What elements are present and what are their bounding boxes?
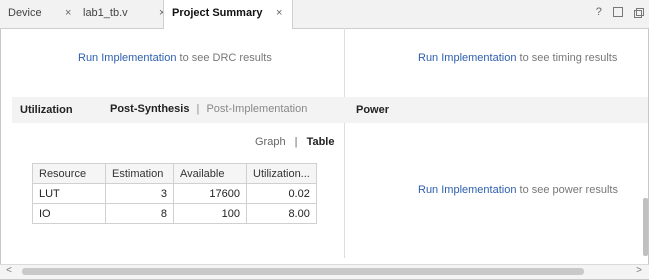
cell-resource: LUT: [32, 183, 106, 204]
panel-divider: [344, 28, 345, 258]
power-header: Power: [348, 97, 648, 123]
tab-device-label: Device: [8, 7, 42, 19]
drc-run-implementation-link[interactable]: Run Implementation: [78, 52, 176, 64]
cell-utilization: 0.02: [246, 183, 317, 204]
restore-icon[interactable]: [634, 7, 644, 18]
post-synthesis-tab[interactable]: Post-Synthesis: [110, 103, 189, 115]
cell-available: 17600: [173, 183, 247, 204]
vertical-scrollbar-thumb[interactable]: [643, 198, 648, 256]
power-run-implementation-link[interactable]: Run Implementation: [418, 184, 516, 196]
scroll-right-icon[interactable]: >: [633, 264, 645, 278]
maximize-icon[interactable]: [612, 7, 623, 18]
table-header-row: Resource Estimation Available Utilizatio…: [32, 163, 317, 184]
column-header-resource[interactable]: Resource: [32, 163, 106, 184]
graph-table-separator: |: [294, 136, 298, 148]
table-row: IO 8 100 8.00: [32, 203, 317, 224]
graph-table-toggle: Graph | Table: [255, 136, 334, 148]
horizontal-scrollbar[interactable]: [0, 264, 649, 279]
tab-project-summary[interactable]: Project Summary ×: [163, 0, 293, 29]
tab-lab1-tb-label: lab1_tb.v: [83, 7, 128, 19]
horizontal-scrollbar-thumb[interactable]: [22, 268, 584, 275]
timing-message: Run Implementation to see timing results: [418, 52, 617, 64]
power-title: Power: [356, 104, 390, 116]
table-tab[interactable]: Table: [307, 136, 335, 148]
timing-message-text: to see timing results: [516, 52, 618, 64]
cell-utilization: 8.00: [246, 203, 317, 224]
help-icon[interactable]: ?: [596, 6, 602, 18]
utilization-table: Resource Estimation Available Utilizatio…: [32, 163, 317, 224]
view-separator: |: [196, 103, 200, 115]
tab-device-close-icon[interactable]: ×: [65, 0, 71, 26]
tab-lab1-tb[interactable]: lab1_tb.v ×: [83, 0, 165, 28]
tab-device[interactable]: Device ×: [8, 0, 88, 28]
graph-tab[interactable]: Graph: [255, 136, 286, 148]
scroll-left-icon[interactable]: <: [3, 264, 15, 278]
window-controls: ?: [588, 6, 644, 18]
column-header-available[interactable]: Available: [173, 163, 247, 184]
power-message-text: to see power results: [516, 184, 618, 196]
utilization-title: Utilization: [20, 104, 73, 116]
cell-estimation: 3: [105, 183, 174, 204]
post-implementation-tab[interactable]: Post-Implementation: [206, 103, 307, 115]
tab-project-summary-label: Project Summary: [172, 7, 263, 19]
power-message: Run Implementation to see power results: [418, 184, 618, 196]
table-row: LUT 3 17600 0.02: [32, 183, 317, 204]
drc-message-text: to see DRC results: [176, 52, 272, 64]
tab-bar: Device × lab1_tb.v × Project Summary × ?: [0, 0, 649, 29]
utilization-view-selector: Post-Synthesis | Post-Implementation: [110, 103, 307, 115]
drc-message: Run Implementation to see DRC results: [78, 52, 272, 64]
timing-run-implementation-link[interactable]: Run Implementation: [418, 52, 516, 64]
cell-estimation: 8: [105, 203, 174, 224]
column-header-utilization[interactable]: Utilization...: [246, 163, 317, 184]
cell-resource: IO: [32, 203, 106, 224]
tab-project-summary-close-icon[interactable]: ×: [276, 0, 282, 26]
column-header-estimation[interactable]: Estimation: [105, 163, 174, 184]
cell-available: 100: [173, 203, 247, 224]
